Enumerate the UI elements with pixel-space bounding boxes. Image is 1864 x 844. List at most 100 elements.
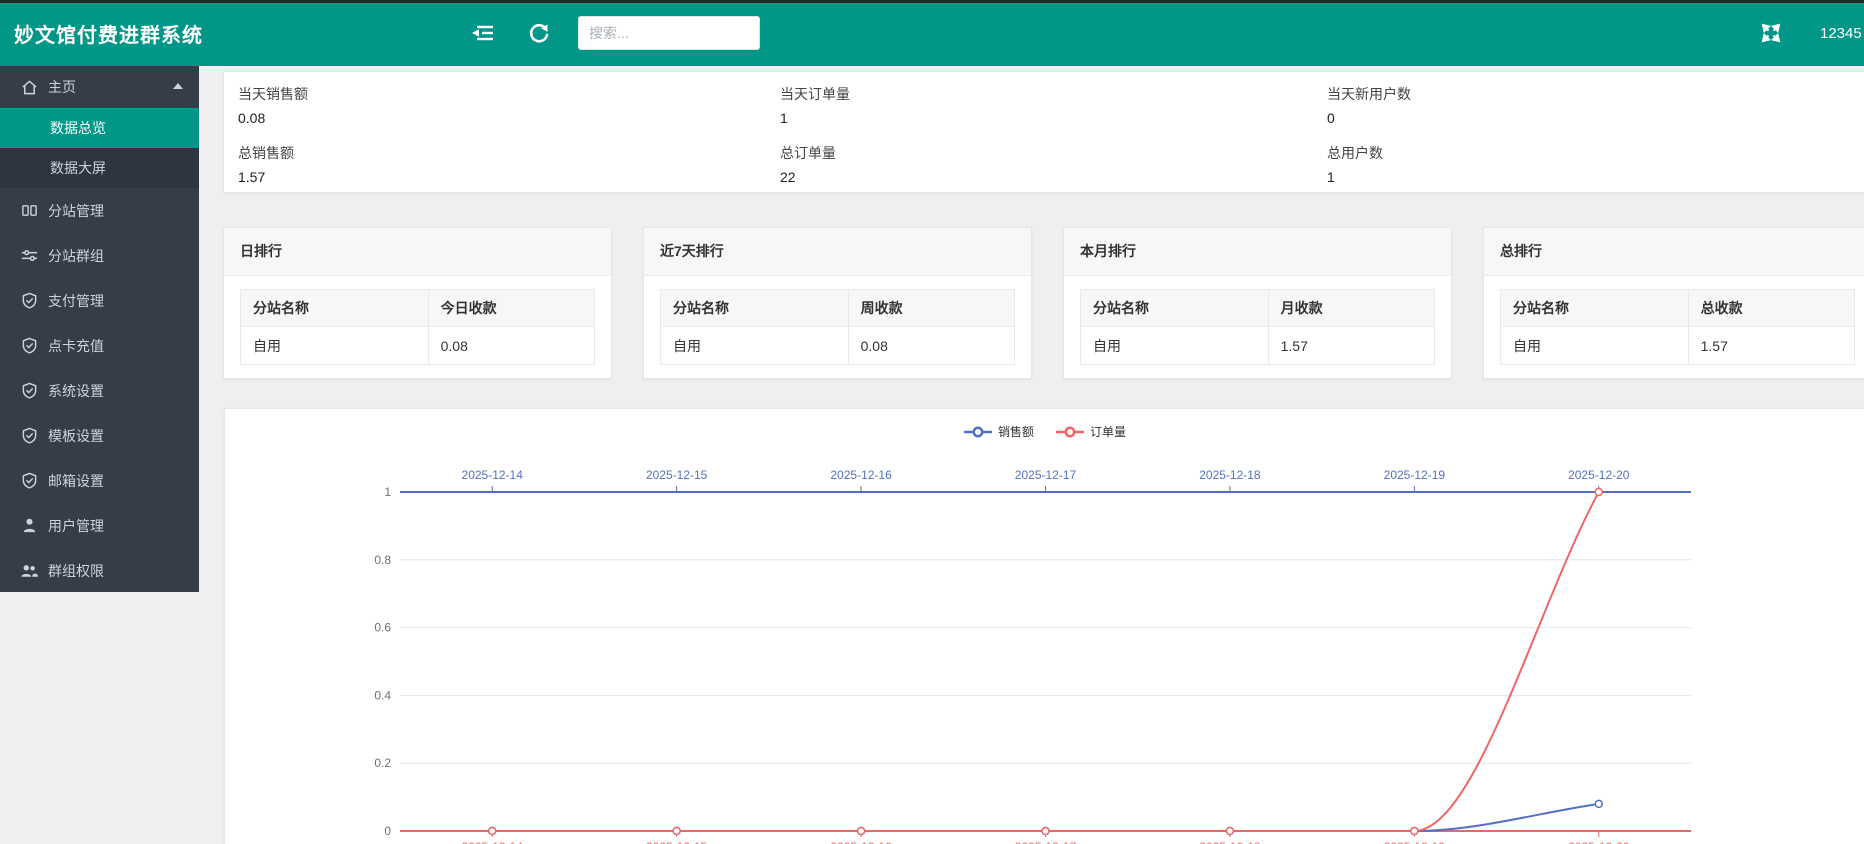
table-cell: 自用 bbox=[661, 327, 849, 365]
table-cell: 自用 bbox=[241, 327, 429, 365]
table-row: 自用0.08 bbox=[661, 327, 1015, 365]
stat-label: 当天销售额 bbox=[238, 84, 308, 104]
ranking-column-header: 月收款 bbox=[1268, 290, 1434, 327]
stats-overview-card: 当天销售额 0.08 当天订单量 1 当天新用户数 0 总销售额 1.57 总订… bbox=[223, 71, 1864, 193]
sidebar-item-home[interactable]: 主页 bbox=[0, 66, 199, 108]
x-axis-top-label: 2025-12-16 bbox=[830, 468, 892, 482]
sidebar-item-label: 邮箱设置 bbox=[48, 471, 104, 491]
sidebar-item-label: 分站管理 bbox=[48, 201, 104, 221]
username[interactable]: 12345 bbox=[1820, 25, 1864, 42]
stat-cell: 总用户数 1 bbox=[1327, 143, 1383, 188]
stat-cell: 当天新用户数 0 bbox=[1327, 84, 1411, 129]
ranking-card-title: 近7天排行 bbox=[644, 228, 1031, 276]
stat-cell: 当天销售额 0.08 bbox=[238, 84, 308, 129]
sidebar-item-label: 模板设置 bbox=[48, 426, 104, 446]
sidebar-item-10[interactable]: 用户管理 bbox=[0, 503, 199, 548]
table-row: 自用0.08 bbox=[241, 327, 595, 365]
table-cell: 自用 bbox=[1501, 327, 1689, 365]
stat-label: 当天新用户数 bbox=[1327, 84, 1411, 104]
y-axis-tick-label: 1 bbox=[384, 485, 391, 499]
shield-icon bbox=[20, 337, 38, 355]
y-axis-tick-label: 0.6 bbox=[374, 621, 391, 635]
table-cell: 1.57 bbox=[1688, 327, 1854, 365]
collapse-menu-icon[interactable] bbox=[470, 20, 496, 46]
sidebar-item-label: 点卡充值 bbox=[48, 336, 104, 356]
sidebar-item-label: 主页 bbox=[48, 77, 76, 97]
refresh-icon[interactable] bbox=[526, 20, 552, 46]
data-point-marker bbox=[1042, 828, 1049, 835]
stat-value: 1.57 bbox=[238, 166, 294, 188]
ranking-table: 分站名称今日收款 自用0.08 bbox=[240, 289, 595, 365]
sidebar-item-8[interactable]: 模板设置 bbox=[0, 413, 199, 458]
table-cell: 0.08 bbox=[848, 327, 1014, 365]
search-input[interactable] bbox=[578, 16, 760, 50]
sidebar-item-11[interactable]: 群组权限 bbox=[0, 548, 199, 593]
shield-icon bbox=[20, 427, 38, 445]
columns-icon bbox=[20, 202, 38, 220]
sidebar-item-6[interactable]: 点卡充值 bbox=[0, 323, 199, 368]
shield-icon bbox=[20, 292, 38, 310]
ranking-table: 分站名称总收款 自用1.57 bbox=[1500, 289, 1855, 365]
data-point-marker bbox=[1595, 800, 1602, 807]
sidebar-item-label: 用户管理 bbox=[48, 516, 104, 536]
ranking-column-header: 分站名称 bbox=[1081, 290, 1269, 327]
user-icon bbox=[20, 517, 38, 535]
sliders-icon bbox=[20, 247, 38, 265]
sidebar-item-label: 数据总览 bbox=[50, 118, 106, 138]
ranking-table: 分站名称周收款 自用0.08 bbox=[660, 289, 1015, 365]
ranking-column-header: 今日收款 bbox=[428, 290, 594, 327]
x-axis-bottom-label: 2025-12-17 bbox=[1015, 840, 1077, 844]
sidebar-item-3[interactable]: 分站管理 bbox=[0, 188, 199, 233]
line-chart: 00.20.40.60.812025-12-142025-12-152025-1… bbox=[225, 409, 1864, 844]
table-cell: 自用 bbox=[1081, 327, 1269, 365]
y-axis-tick-label: 0.8 bbox=[374, 553, 391, 567]
sales-chart-card: 00.20.40.60.812025-12-142025-12-152025-1… bbox=[224, 408, 1864, 844]
x-axis-top-label: 2025-12-14 bbox=[462, 468, 524, 482]
sidebar-item-5[interactable]: 支付管理 bbox=[0, 278, 199, 323]
ranking-column-header: 总收款 bbox=[1688, 290, 1854, 327]
stat-label: 总用户数 bbox=[1327, 143, 1383, 163]
legend-item-销售额[interactable]: 销售额 bbox=[964, 423, 1034, 440]
sidebar-item-label: 支付管理 bbox=[48, 291, 104, 311]
ranking-card: 日排行 分站名称今日收款 自用0.08 bbox=[223, 227, 612, 379]
legend-line-icon bbox=[964, 426, 992, 438]
data-point-marker bbox=[1411, 828, 1418, 835]
ranking-card: 近7天排行 分站名称周收款 自用0.08 bbox=[643, 227, 1032, 379]
y-axis-tick-label: 0.2 bbox=[374, 756, 391, 770]
legend-item-订单量[interactable]: 订单量 bbox=[1056, 423, 1126, 440]
stat-value: 22 bbox=[780, 166, 836, 188]
ranking-column-header: 分站名称 bbox=[661, 290, 849, 327]
home-icon bbox=[20, 78, 38, 96]
chart-legend: 销售额 订单量 bbox=[225, 423, 1864, 440]
x-axis-bottom-label: 2025-12-18 bbox=[1199, 840, 1261, 844]
fullscreen-icon[interactable] bbox=[1758, 20, 1784, 46]
stat-value: 0 bbox=[1327, 107, 1411, 129]
ranking-card-body: 分站名称周收款 自用0.08 bbox=[644, 276, 1031, 378]
sidebar-item-4[interactable]: 分站群组 bbox=[0, 233, 199, 278]
stat-cell: 总销售额 1.57 bbox=[238, 143, 294, 188]
stat-label: 总销售额 bbox=[238, 143, 294, 163]
sidebar-item-7[interactable]: 系统设置 bbox=[0, 368, 199, 413]
sidebar-item-label: 群组权限 bbox=[48, 561, 104, 581]
ranking-card: 总排行 分站名称总收款 自用1.57 bbox=[1483, 227, 1864, 379]
x-axis-top-label: 2025-12-18 bbox=[1199, 468, 1261, 482]
sidebar-item-2[interactable]: 数据大屏 bbox=[0, 148, 199, 188]
ranking-card: 本月排行 分站名称月收款 自用1.57 bbox=[1063, 227, 1452, 379]
y-axis-tick-label: 0.4 bbox=[374, 688, 391, 702]
shield-icon bbox=[20, 382, 38, 400]
data-point-marker bbox=[858, 828, 865, 835]
table-row: 自用1.57 bbox=[1501, 327, 1855, 365]
ranking-column-header: 分站名称 bbox=[241, 290, 429, 327]
stat-cell: 当天订单量 1 bbox=[780, 84, 850, 129]
x-axis-top-label: 2025-12-19 bbox=[1384, 468, 1446, 482]
stat-value: 0.08 bbox=[238, 107, 308, 129]
ranking-card-title: 本月排行 bbox=[1064, 228, 1451, 276]
sidebar-item-9[interactable]: 邮箱设置 bbox=[0, 458, 199, 503]
sidebar-item-1[interactable]: 数据总览 bbox=[0, 108, 199, 148]
x-axis-top-label: 2025-12-20 bbox=[1568, 468, 1630, 482]
data-point-marker bbox=[489, 828, 496, 835]
legend-label: 订单量 bbox=[1090, 423, 1126, 440]
x-axis-bottom-label: 2025-12-16 bbox=[830, 840, 892, 844]
users-icon bbox=[20, 562, 38, 580]
ranking-card-title: 日排行 bbox=[224, 228, 611, 276]
